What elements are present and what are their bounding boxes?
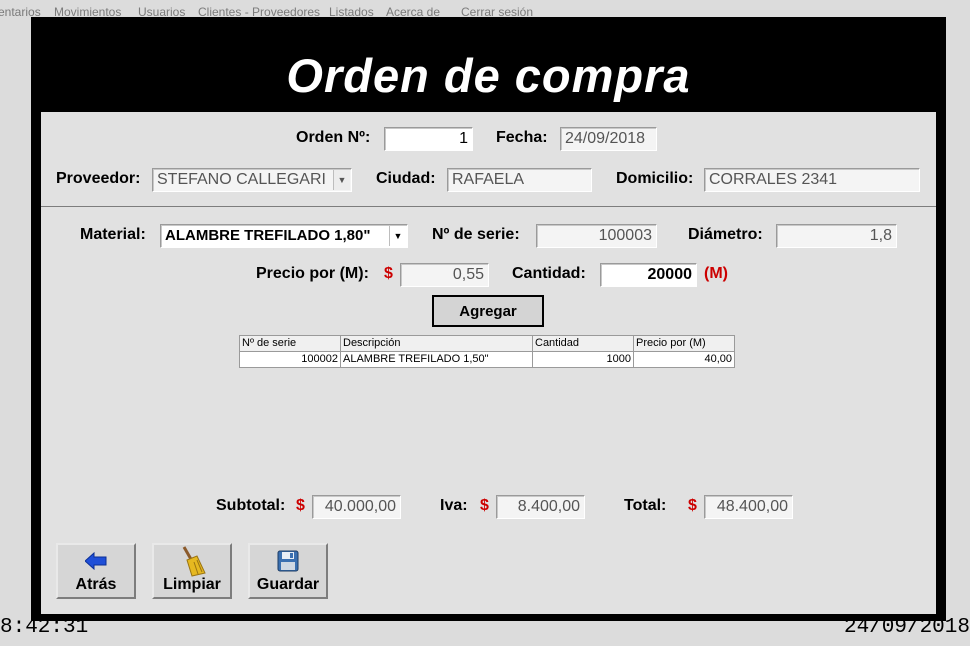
form-panel <box>41 40 936 614</box>
total-currency: $ <box>688 497 697 514</box>
title-banner: Orden de compra <box>41 40 936 112</box>
iva-currency: $ <box>480 497 489 514</box>
iva-field: 8.400,00 <box>496 495 585 519</box>
total-field: 48.400,00 <box>704 495 793 519</box>
items-table[interactable]: Nº de serie Descripción Cantidad Precio … <box>239 335 735 368</box>
guardar-label: Guardar <box>256 576 320 593</box>
serie-label: Nº de serie: <box>432 226 520 243</box>
diametro-label: Diámetro: <box>688 226 763 243</box>
broom-icon <box>178 546 206 577</box>
status-time: 8:42:31 <box>0 616 89 639</box>
column-header-precio[interactable]: Precio por (M) <box>633 335 735 352</box>
column-header-serie[interactable]: Nº de serie <box>239 335 341 352</box>
fecha-field[interactable]: 24/09/2018 <box>560 127 657 151</box>
column-header-descripcion[interactable]: Descripción <box>340 335 533 352</box>
column-header-cantidad[interactable]: Cantidad <box>532 335 634 352</box>
table-header-row: Nº de serie Descripción Cantidad Precio … <box>239 335 735 352</box>
fecha-label: Fecha: <box>496 129 548 146</box>
chevron-down-icon[interactable]: ▼ <box>389 226 406 246</box>
guardar-button[interactable]: Guardar <box>248 543 328 599</box>
agregar-button[interactable]: Agregar <box>432 295 544 327</box>
atras-button[interactable]: Atrás <box>56 543 136 599</box>
domicilio-label: Domicilio: <box>616 170 694 187</box>
page-title: Orden de compra <box>286 49 691 102</box>
subtotal-field: 40.000,00 <box>312 495 401 519</box>
precio-field[interactable]: 0,55 <box>400 263 489 287</box>
proveedor-value: STEFANO CALLEGARI <box>157 171 326 188</box>
table-row[interactable]: 100002 ALAMBRE TREFILADO 1,50" 1000 40,0… <box>239 351 735 368</box>
ciudad-field[interactable]: RAFAELA <box>447 168 592 192</box>
serie-field[interactable]: 100003 <box>536 224 657 248</box>
agregar-label: Agregar <box>459 302 517 320</box>
cell-descripcion[interactable]: ALAMBRE TREFILADO 1,50" <box>340 351 533 368</box>
ciudad-label: Ciudad: <box>376 170 436 187</box>
proveedor-label: Proveedor: <box>56 170 141 187</box>
floppy-disk-icon <box>277 548 299 574</box>
orden-number-field[interactable]: 1 <box>384 127 473 151</box>
arrow-left-icon <box>85 548 107 574</box>
material-value: ALAMBRE TREFILADO 1,80" <box>165 227 371 244</box>
cantidad-field[interactable]: 20000 <box>600 263 697 287</box>
precio-label: Precio por (M): <box>256 265 369 282</box>
cantidad-label: Cantidad: <box>512 265 586 282</box>
material-label: Material: <box>80 226 146 243</box>
iva-label: Iva: <box>440 497 468 514</box>
cantidad-unit: (M) <box>704 265 728 282</box>
chevron-down-icon[interactable]: ▼ <box>333 170 350 190</box>
status-date: 24/09/2018 <box>843 616 970 639</box>
orden-label: Orden Nº: <box>296 129 371 146</box>
atras-label: Atrás <box>75 576 117 593</box>
cell-serie[interactable]: 100002 <box>239 351 341 368</box>
diametro-field[interactable]: 1,8 <box>776 224 897 248</box>
precio-currency: $ <box>384 265 393 282</box>
subtotal-currency: $ <box>296 497 305 514</box>
total-label: Total: <box>624 497 667 514</box>
limpiar-button[interactable]: Limpiar <box>152 543 232 599</box>
cell-precio[interactable]: 40,00 <box>633 351 735 368</box>
subtotal-label: Subtotal: <box>216 497 286 514</box>
proveedor-select[interactable]: STEFANO CALLEGARI ▼ <box>152 168 352 192</box>
cell-cantidad[interactable]: 1000 <box>532 351 634 368</box>
material-select[interactable]: ALAMBRE TREFILADO 1,80" ▼ <box>160 224 408 248</box>
limpiar-label: Limpiar <box>163 576 221 593</box>
section-divider <box>41 206 936 207</box>
domicilio-field[interactable]: CORRALES 2341 <box>704 168 920 192</box>
